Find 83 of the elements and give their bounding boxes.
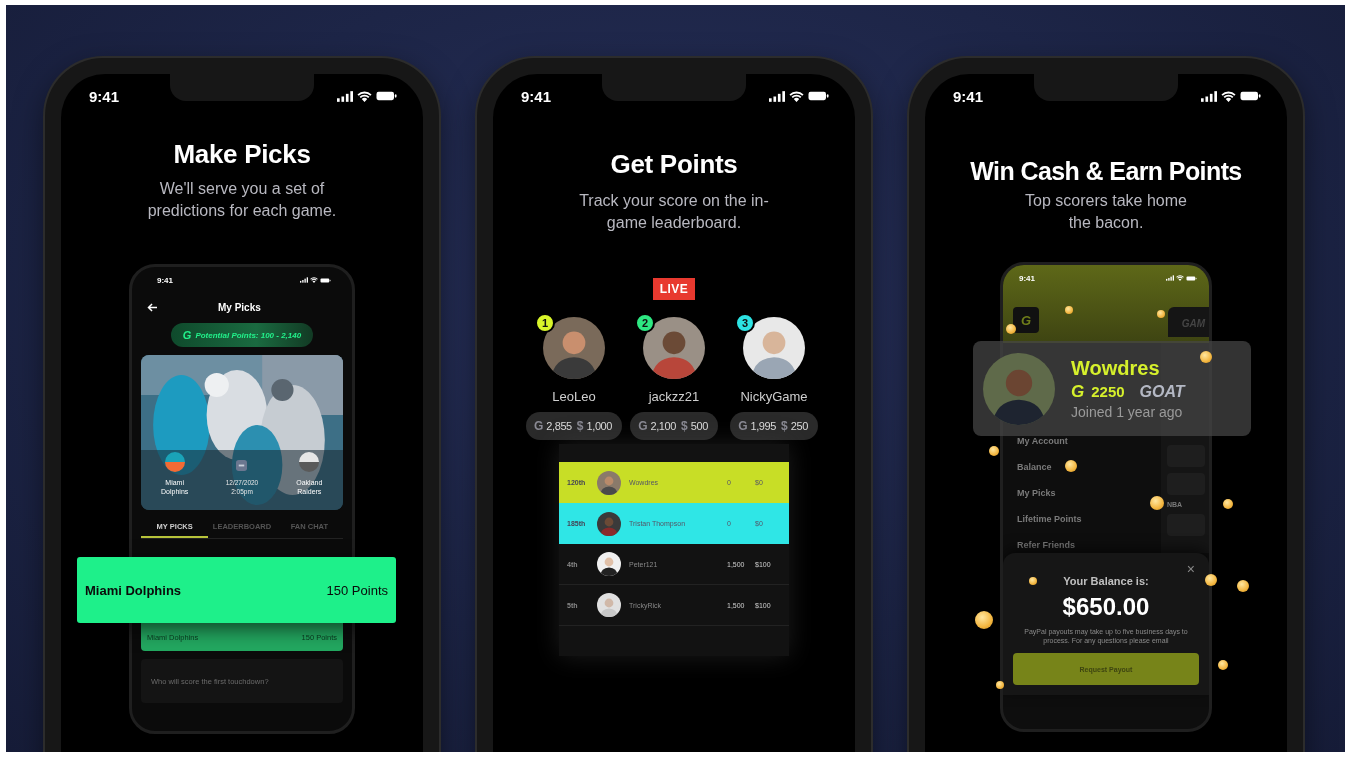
status-time: 9:41: [1019, 273, 1035, 283]
user-name: Wowdres: [1071, 357, 1161, 380]
coin-icon: [1029, 577, 1037, 585]
battery-icon: [808, 91, 829, 101]
coin-icon: [1237, 580, 1249, 592]
currency-symbol: $: [576, 419, 584, 433]
team-logo-icon: [299, 452, 320, 472]
joined-text: Joined 1 year ago: [1071, 404, 1184, 420]
menu-item[interactable]: My Account: [1017, 435, 1161, 448]
coin-icon: [996, 681, 1004, 689]
wifi-icon: [1176, 275, 1184, 281]
cash-value: 500: [690, 420, 708, 432]
points-value: 2,100: [650, 420, 676, 432]
coin-icon: [975, 611, 993, 629]
menu-item[interactable]: Lifetime Points: [1017, 513, 1161, 526]
status-time: 9:41: [953, 87, 984, 105]
coin-icon: [1223, 499, 1233, 509]
coin-icon: [1065, 306, 1073, 314]
battery-icon: [320, 277, 331, 283]
signal-icon: [1166, 275, 1174, 281]
subheadline: Track your score on the in-game leaderboard.: [579, 191, 769, 233]
coin-icon: [1157, 310, 1165, 318]
rank-badge: 1: [535, 313, 555, 333]
wifi-icon: [310, 277, 318, 283]
logo: G: [1020, 312, 1032, 328]
points-label: 150 Points: [326, 582, 388, 598]
coin-icon: [989, 446, 999, 456]
team-logo-icon: [164, 452, 185, 472]
wifi-icon: [789, 90, 804, 102]
headline: Get Points: [610, 148, 738, 180]
subheadline: We'll serve you a set of predictions for each game.: [146, 179, 338, 221]
logo: G: [182, 329, 192, 341]
points-range: Potential Points: 100 - 2,140: [195, 330, 302, 340]
signal-icon: [769, 90, 785, 102]
league-icon: [236, 460, 248, 471]
avatar: [597, 593, 621, 617]
signal-icon: [337, 90, 353, 102]
battery-icon: [1240, 91, 1261, 101]
balance-label: Your Balance is:: [1063, 575, 1149, 587]
player-name: LeoLeo: [552, 389, 596, 404]
menu-item[interactable]: Refer Friends: [1017, 539, 1161, 552]
wifi-icon: [1221, 90, 1236, 102]
signal-icon: [300, 277, 308, 283]
cash-value: 1,000: [586, 420, 613, 432]
subheadline: Top scorers take home the bacon.: [1024, 191, 1188, 233]
points-symbol: G: [738, 419, 748, 433]
points-symbol: G: [533, 419, 544, 433]
avatar: [597, 552, 621, 576]
rank-badge: 2: [635, 313, 655, 333]
menu-item[interactable]: Balance: [1017, 461, 1161, 474]
close-button[interactable]: ×: [1186, 561, 1195, 577]
points-value: 2,855: [546, 420, 572, 432]
avatar: [597, 511, 621, 536]
back-icon: [147, 302, 158, 312]
menu-item[interactable]: My Picks: [1017, 487, 1161, 500]
cash-value: 250: [790, 420, 808, 432]
signal-icon: [1201, 90, 1217, 102]
screen-title: My Picks: [218, 301, 261, 313]
coin-icon: [1006, 324, 1016, 334]
points-value: 1,995: [750, 420, 776, 432]
points-value: 2250: [1091, 383, 1125, 400]
logo: G: [1071, 382, 1085, 402]
rank-badge: 3: [735, 313, 755, 333]
points-symbol: G: [638, 419, 648, 433]
status-time: 9:41: [157, 275, 173, 285]
headline: Make Picks: [173, 138, 311, 170]
battery-icon: [1186, 275, 1197, 281]
player-name: jackzz21: [648, 389, 700, 404]
team-name: Miami Dolphins: [85, 582, 182, 598]
player-name: NickyGame: [740, 389, 808, 404]
headline: Win Cash & Earn Points: [970, 156, 1242, 186]
wifi-icon: [357, 90, 372, 102]
status-time: 9:41: [521, 87, 552, 105]
avatar: [597, 470, 621, 495]
status-time: 9:41: [89, 87, 120, 105]
rank-title: GOAT: [1139, 383, 1185, 401]
currency-symbol: $: [781, 419, 788, 433]
coin-icon: [1218, 660, 1228, 670]
currency-symbol: $: [681, 419, 688, 433]
battery-icon: [376, 91, 397, 101]
balance-amount: $650.00: [1062, 593, 1150, 621]
selected-pick-card[interactable]: Miami Dolphins 150 Points: [77, 557, 396, 623]
live-badge: LIVE: [652, 278, 696, 300]
